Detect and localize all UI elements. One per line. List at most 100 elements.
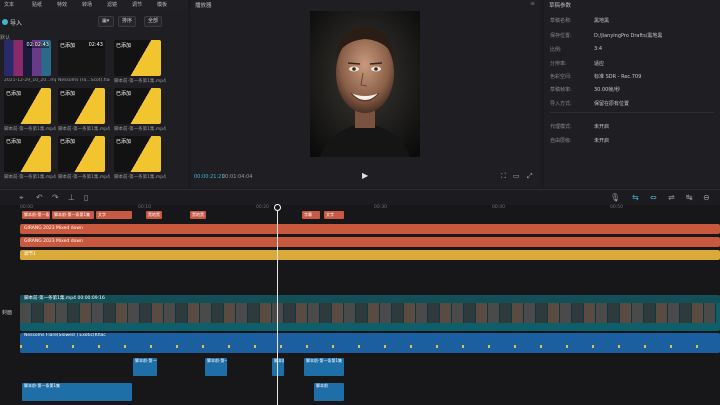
audio-clip[interactable]: 脚本前-第一条第1集 bbox=[304, 358, 344, 376]
thumbnail-tag: 已添加 bbox=[6, 139, 22, 145]
snap-icon[interactable]: ⇔ bbox=[650, 193, 657, 202]
timeline-marker[interactable]: 脚本前-第一条第1集 bbox=[22, 211, 50, 219]
audio-clip[interactable]: 脚本前 bbox=[272, 358, 284, 376]
media-header: 导入 ▦▾ 排序 全部 bbox=[0, 15, 188, 29]
menu-item-effects[interactable]: 特效 bbox=[57, 1, 67, 8]
cover-button[interactable]: 封面 bbox=[2, 309, 12, 316]
play-icon[interactable]: ▶ bbox=[362, 171, 368, 180]
grid-view-icon[interactable]: ▦▾ bbox=[98, 16, 114, 27]
prop-value: 标准 SDR - Rec.709 bbox=[594, 74, 642, 80]
caption-track[interactable]: 调节1 bbox=[20, 250, 720, 260]
caption-track[interactable]: GIRANG 2023 Mixed down bbox=[20, 237, 720, 247]
zoom-out-icon[interactable]: ⊖ bbox=[703, 193, 710, 202]
film-frame bbox=[20, 303, 32, 323]
audio-clip[interactable]: 脚本前-第一条 bbox=[133, 358, 157, 376]
fullscreen-icon[interactable]: ⤢ bbox=[527, 172, 533, 181]
split-icon[interactable]: ⊥ bbox=[68, 193, 75, 202]
menu-item-templates[interactable]: 模板 bbox=[157, 1, 167, 8]
film-frame bbox=[332, 303, 344, 323]
media-thumbnail[interactable]: 已添加 bbox=[4, 136, 51, 172]
film-frame bbox=[80, 303, 92, 323]
thumbnail-caption: Nessoms (Fa...Scot).flac bbox=[58, 78, 110, 83]
timeline-marker[interactable]: 黑地黑 bbox=[146, 211, 162, 219]
timeline-marker[interactable]: 脚本前-第一条第1集 bbox=[52, 211, 94, 219]
timeline-marker[interactable]: 字幕 bbox=[302, 211, 320, 219]
select-tool-icon[interactable]: ⌖ bbox=[19, 193, 24, 203]
film-frame bbox=[704, 303, 716, 323]
main-video-track[interactable]: 脚本前-第一条第1集.mp4 00:00:09:16 bbox=[20, 295, 720, 331]
player-menu-icon[interactable]: ≡ bbox=[530, 0, 535, 7]
film-frame bbox=[248, 303, 260, 323]
playhead[interactable] bbox=[274, 204, 281, 405]
film-frame bbox=[236, 303, 248, 323]
film-frame bbox=[392, 303, 404, 323]
media-thumbnail[interactable]: 已添加 02:43 bbox=[58, 40, 105, 76]
thumbnail-caption: 脚本前-第一条第1集.mp4 bbox=[114, 175, 166, 180]
film-frame bbox=[632, 303, 644, 323]
sort-button[interactable]: 排序 bbox=[118, 16, 137, 27]
film-frame bbox=[488, 303, 500, 323]
playhead-handle[interactable] bbox=[274, 204, 281, 211]
timeline-marker[interactable]: 文字 bbox=[96, 211, 132, 219]
media-thumbnail[interactable]: 已添加 bbox=[114, 136, 161, 172]
thumbnail-tag: 已添加 bbox=[60, 139, 76, 145]
ruler-tick-label: 00:10 bbox=[138, 205, 151, 210]
microphone-icon[interactable]: 🎙 bbox=[610, 193, 620, 202]
media-thumbnail[interactable]: 已添加 bbox=[4, 88, 51, 124]
draft-properties-panel: 草稿参数 草稿名称: 黑地黑 保存位置: D:/JianyingPro Drafts/… bbox=[544, 0, 720, 188]
prop-key: 分辨率: bbox=[550, 61, 567, 67]
film-frame bbox=[596, 303, 608, 323]
thumbnail-caption: 脚本前-第一条第1集.mp4 bbox=[58, 127, 110, 132]
ruler-tick-label: 00:30 bbox=[374, 205, 387, 210]
menu-item-adjust[interactable]: 调节 bbox=[132, 1, 142, 8]
player-panel: 播放器 ≡ 00:00:21:21 00:01:04:04 ▶ ⛶ ▭ ⤢ bbox=[191, 0, 541, 188]
timeline-marker[interactable]: 文字 bbox=[324, 211, 344, 219]
film-frame bbox=[476, 303, 488, 323]
media-thumbnail[interactable]: 02:02:43 bbox=[4, 40, 51, 76]
thumbnail-tag: 已添加 bbox=[116, 139, 132, 145]
undo-icon[interactable]: ↶ bbox=[36, 193, 43, 202]
fit-screen-icon[interactable]: ⛶ bbox=[501, 172, 506, 181]
media-thumbnail[interactable]: 已添加 bbox=[58, 136, 105, 172]
menu-item-text[interactable]: 文本 bbox=[4, 1, 14, 8]
delete-icon[interactable]: ▯ bbox=[84, 193, 88, 202]
filter-all-button[interactable]: 全部 bbox=[144, 16, 163, 27]
film-frame bbox=[140, 303, 152, 323]
film-frame bbox=[272, 303, 284, 323]
media-thumbnail[interactable]: 已添加 bbox=[114, 88, 161, 124]
film-frame bbox=[380, 303, 392, 323]
timeline-marker[interactable]: 黑地黑 bbox=[190, 211, 206, 219]
prop-key: 比例: bbox=[550, 47, 562, 53]
menu-item-filters[interactable]: 滤镜 bbox=[107, 1, 117, 8]
media-thumbnail[interactable]: 已添加 bbox=[114, 40, 161, 76]
film-frame bbox=[128, 303, 140, 323]
audio-clip[interactable]: 脚本前-第一条 bbox=[205, 358, 227, 376]
link-icon[interactable]: ⇆ bbox=[632, 193, 639, 202]
film-frame bbox=[404, 303, 416, 323]
menu-item-transitions[interactable]: 转场 bbox=[82, 1, 92, 8]
thumbnail-caption: 脚本前-第一条第1集.mp4 bbox=[4, 127, 56, 132]
menu-item-sticker[interactable]: 贴纸 bbox=[32, 1, 42, 8]
film-frame bbox=[104, 303, 116, 323]
ruler-tick-label: 00:00 bbox=[20, 205, 33, 210]
film-frame bbox=[572, 303, 584, 323]
caption-track[interactable]: GIRANG 2023 Mixed down bbox=[20, 224, 720, 234]
import-button[interactable]: 导入 bbox=[10, 18, 22, 27]
film-frame bbox=[176, 303, 188, 323]
film-frame bbox=[44, 303, 56, 323]
film-frame bbox=[152, 303, 164, 323]
audio-clip[interactable]: 脚本前-第一条第1集 bbox=[22, 383, 132, 401]
preview-axis-icon[interactable]: ⇌ bbox=[668, 193, 675, 202]
redo-icon[interactable]: ↷ bbox=[52, 193, 59, 202]
prop-key: 保存位置: bbox=[550, 33, 572, 39]
zoom-fit-icon[interactable]: ↹ bbox=[686, 193, 693, 202]
media-thumbnail[interactable]: 已添加 bbox=[58, 88, 105, 124]
audio-clip[interactable]: 脚本前 bbox=[314, 383, 344, 401]
film-frame bbox=[560, 303, 572, 323]
prop-key: 色彩空间: bbox=[550, 74, 572, 80]
audio-clip-label: Nessoms Flare(Slowed ) Exotic(Kflac bbox=[24, 333, 106, 338]
film-frame bbox=[440, 303, 452, 323]
audio-track[interactable]: Nessoms Flare(Slowed ) Exotic(Kflac bbox=[20, 333, 720, 353]
film-frame bbox=[608, 303, 620, 323]
aspect-ratio-icon[interactable]: ▭ bbox=[513, 172, 520, 180]
